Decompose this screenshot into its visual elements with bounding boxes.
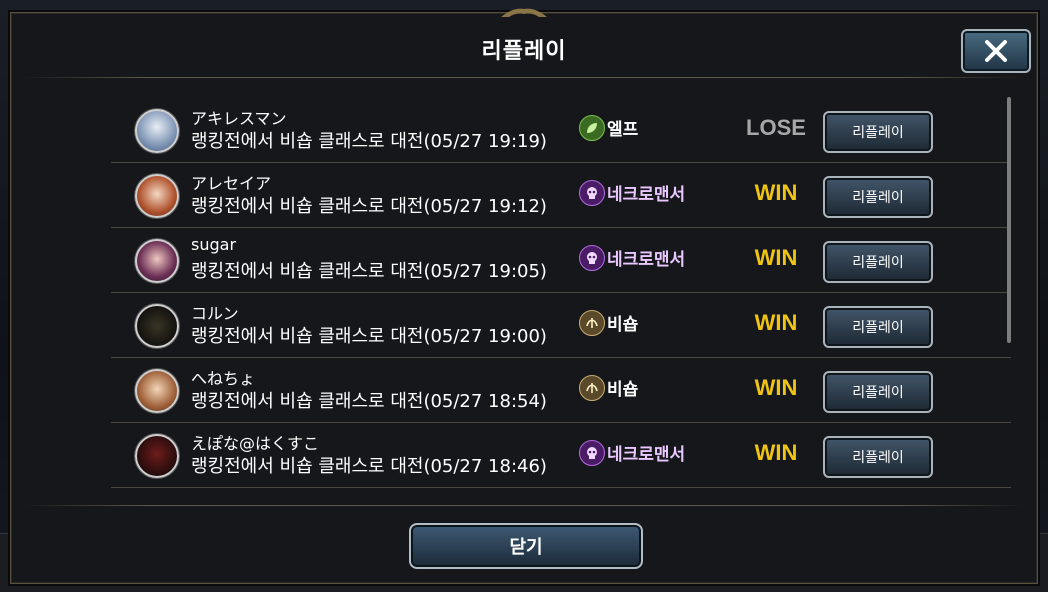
match-result: WIN [754, 440, 798, 465]
leaf-icon [579, 115, 605, 141]
player-avatar [135, 174, 179, 218]
ornament-icon [501, 8, 547, 17]
replay-row: へねちょ 랭킹전에서 비숍 클래스로 대전(05/27 18:54) 비숍 WI… [111, 359, 1011, 423]
class-name: 네크로맨서 [607, 185, 686, 205]
close-icon [985, 40, 1007, 62]
battle-description: 랭킹전에서 비숍 클래스로 대전(05/27 18:46) [191, 456, 547, 477]
battle-description: 랭킹전에서 비숍 클래스로 대전(05/27 18:54) [191, 391, 547, 412]
replay-button[interactable]: 리플레이 [823, 111, 933, 153]
match-result: WIN [754, 180, 798, 205]
class-name: 비숍 [607, 380, 639, 400]
close-x-button[interactable] [961, 29, 1031, 73]
match-result: WIN [754, 375, 798, 400]
battle-description: 랭킹전에서 비숍 클래스로 대전(05/27 19:05) [191, 261, 547, 282]
header-divider [23, 77, 1025, 78]
player-avatar [135, 369, 179, 413]
player-name: えぽな@はくすこ [191, 434, 320, 453]
row-divider [111, 162, 1011, 163]
class-name: 네크로맨서 [607, 250, 686, 270]
player-avatar [135, 109, 179, 153]
replay-dialog: 리플레이 アキレスマン 랭킹전에서 비숍 클래스로 대전(05/27 19:19… [10, 8, 1038, 584]
player-name: へねちょ [191, 369, 256, 388]
player-name: sugar [191, 235, 237, 254]
row-divider [111, 422, 1011, 423]
replay-row: えぽな@はくすこ 랭킹전에서 비숍 클래스로 대전(05/27 18:46) 네… [111, 424, 1011, 488]
player-avatar [135, 434, 179, 478]
player-avatar [135, 239, 179, 283]
dialog-title: 리플레이 [481, 39, 567, 64]
row-divider [111, 227, 1011, 228]
replay-row: コルン 랭킹전에서 비숍 클래스로 대전(05/27 19:00) 비숍 WIN… [111, 294, 1011, 358]
replay-list[interactable]: アキレスマン 랭킹전에서 비숍 클래스로 대전(05/27 19:19) 엘프 … [111, 99, 1011, 499]
row-divider [111, 292, 1011, 293]
replay-button[interactable]: 리플레이 [823, 306, 933, 348]
wings-icon [579, 375, 605, 401]
replay-button[interactable]: 리플레이 [823, 371, 933, 413]
player-avatar [135, 304, 179, 348]
row-divider [111, 357, 1011, 358]
row-divider [111, 487, 1011, 488]
wings-icon [579, 310, 605, 336]
skull-icon [579, 440, 605, 466]
list-scrollbar[interactable] [1007, 97, 1011, 343]
battle-description: 랭킹전에서 비숍 클래스로 대전(05/27 19:00) [191, 326, 547, 347]
player-name: アキレスマン [191, 109, 287, 128]
match-result: WIN [754, 310, 798, 335]
player-name: コルン [191, 304, 239, 323]
match-result: LOSE [746, 115, 806, 140]
class-name: 비숍 [607, 315, 639, 335]
class-name: 네크로맨서 [607, 445, 686, 465]
skull-icon [579, 245, 605, 271]
class-name: 엘프 [607, 120, 639, 140]
replay-button[interactable]: 리플레이 [823, 436, 933, 478]
player-name: アレセイア [191, 174, 272, 193]
replay-row: アレセイア 랭킹전에서 비숍 클래스로 대전(05/27 19:12) 네크로맨… [111, 164, 1011, 228]
close-button[interactable]: 닫기 [409, 523, 643, 569]
replay-row: アキレスマン 랭킹전에서 비숍 클래스로 대전(05/27 19:19) 엘프 … [111, 99, 1011, 163]
match-result: WIN [754, 245, 798, 270]
skull-icon [579, 180, 605, 206]
replay-row: sugar 랭킹전에서 비숍 클래스로 대전(05/27 19:05) 네크로맨… [111, 229, 1011, 293]
battle-description: 랭킹전에서 비숍 클래스로 대전(05/27 19:12) [191, 196, 547, 217]
footer-divider [23, 505, 1025, 506]
replay-button[interactable]: 리플레이 [823, 241, 933, 283]
battle-description: 랭킹전에서 비숍 클래스로 대전(05/27 19:19) [191, 131, 547, 152]
replay-button[interactable]: 리플레이 [823, 176, 933, 218]
